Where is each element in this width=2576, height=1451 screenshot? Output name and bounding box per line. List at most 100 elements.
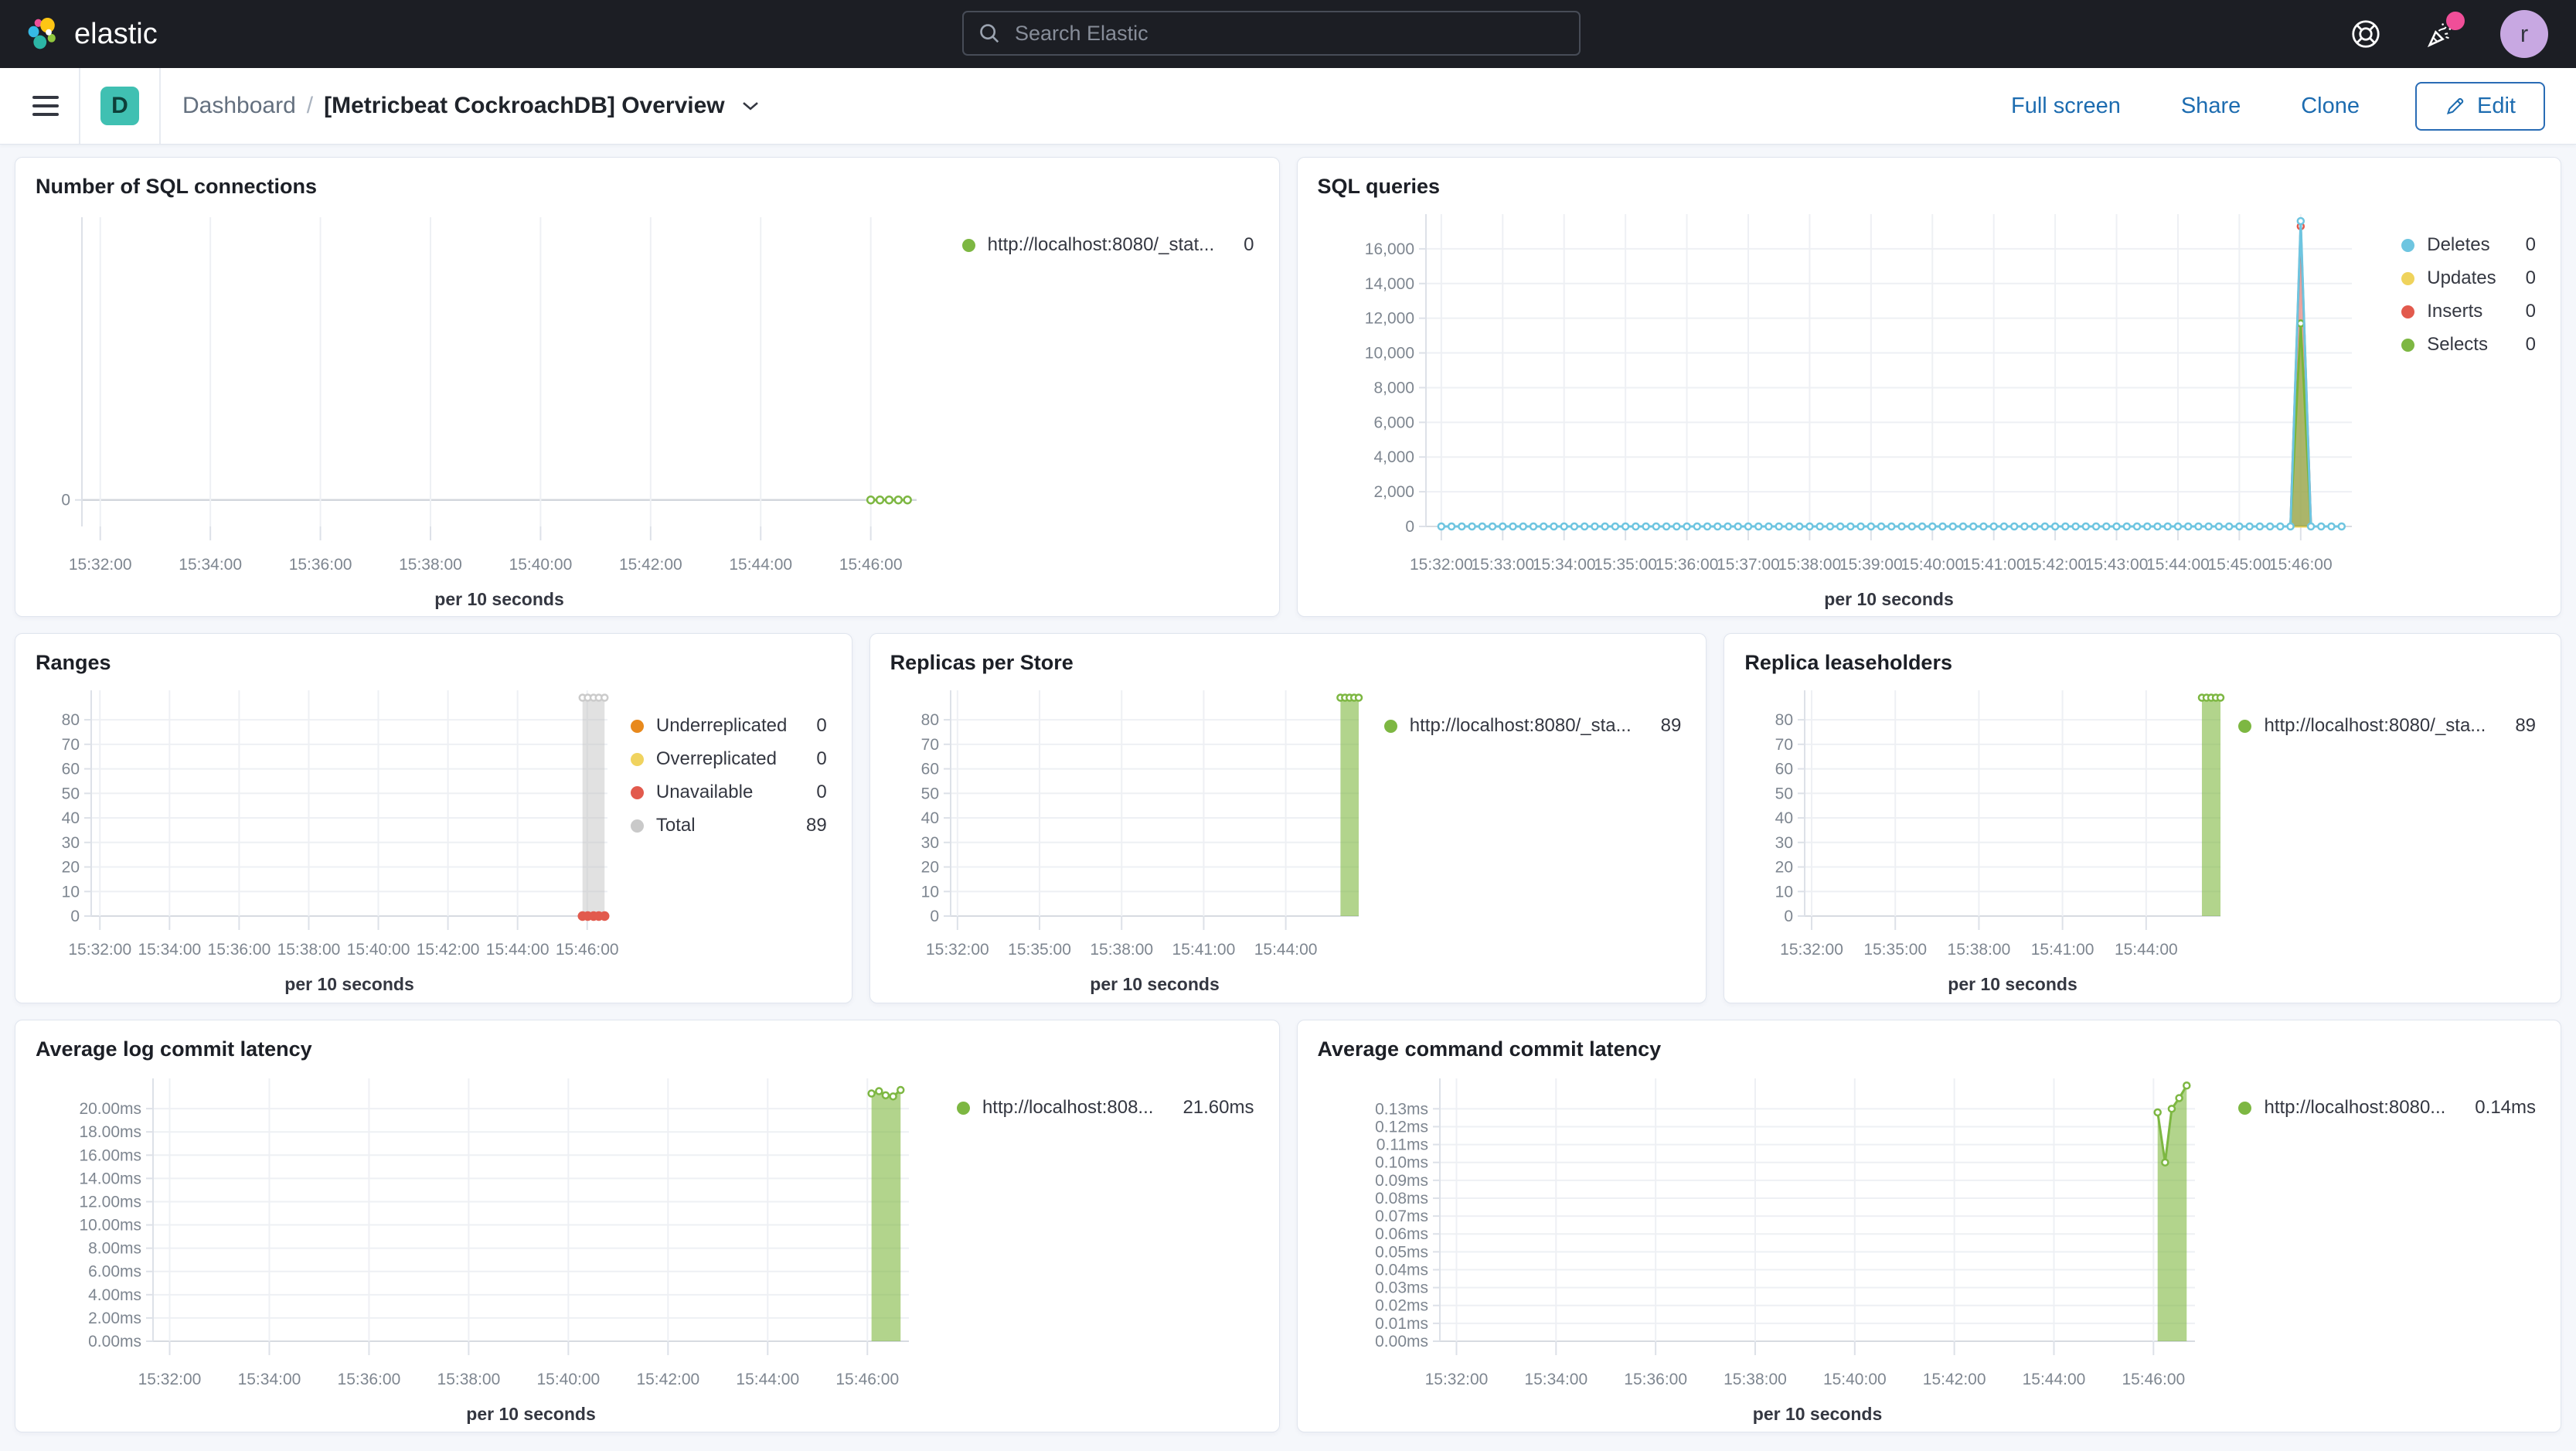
replica-leaseholders-chart[interactable]: 0 10 20 30 40 50 60 70 80 15:32:00 15:35:00 15:38:0…: [1737, 680, 2231, 998]
svg-text:15:35:00: 15:35:00: [1008, 941, 1071, 959]
legend-item[interactable]: http://localhost:8080... 0.14ms: [2238, 1097, 2536, 1119]
legend-swatch-icon: [2238, 1101, 2252, 1115]
svg-text:10,000: 10,000: [1364, 345, 1414, 363]
legend-value: 89: [2515, 715, 2537, 736]
svg-text:0.10ms: 0.10ms: [1375, 1154, 1428, 1172]
svg-text:15:44:00: 15:44:00: [1254, 941, 1317, 959]
party-popper-icon: [2425, 23, 2457, 53]
command-commit-latency-chart[interactable]: 0.00ms0.01ms0.02ms0.03ms0.04ms0.05ms0.06…: [1310, 1066, 2218, 1428]
legend-item[interactable]: Inserts 0: [2401, 301, 2536, 322]
legend-item[interactable]: http://localhost:808... 21.60ms: [956, 1097, 1254, 1119]
replicas-per-store-chart[interactable]: 0 10 20 30 40 50 60 70 80 15:32:00 15:35:00 15:38:0…: [883, 680, 1370, 998]
elastic-brand[interactable]: elastic: [23, 15, 158, 53]
svg-text:20.00ms: 20.00ms: [79, 1100, 141, 1118]
svg-text:14,000: 14,000: [1364, 275, 1414, 293]
log-commit-latency-chart[interactable]: 0.00ms 2.00ms 4.00ms 6.00ms 8.00ms 10.00ms 12.…: [28, 1066, 932, 1428]
svg-text:6.00ms: 6.00ms: [88, 1263, 141, 1281]
page-title[interactable]: [Metricbeat CockroachDB] Overview: [324, 93, 725, 119]
search-input[interactable]: [1013, 20, 1565, 46]
svg-text:15:40:00: 15:40:00: [509, 556, 573, 574]
legend-item[interactable]: http://localhost:8080/_sta... 89: [1383, 715, 1682, 737]
legend-item[interactable]: Underreplicated 0: [630, 715, 827, 737]
panel-title[interactable]: Replicas per Store: [870, 634, 1094, 680]
breadcrumb-dashboard-link[interactable]: Dashboard: [182, 93, 296, 119]
svg-text:0.05ms: 0.05ms: [1375, 1243, 1428, 1261]
svg-text:0.03ms: 0.03ms: [1375, 1279, 1428, 1297]
legend-value: 0: [816, 782, 827, 802]
global-search[interactable]: [962, 11, 1581, 56]
svg-text:0.02ms: 0.02ms: [1375, 1297, 1428, 1315]
divider: [79, 68, 80, 144]
legend-label: http://localhost:8080/_sta...: [1409, 715, 1632, 736]
svg-text:6,000: 6,000: [1373, 414, 1414, 431]
svg-text:0.08ms: 0.08ms: [1375, 1190, 1428, 1207]
full-screen-button[interactable]: Full screen: [2006, 93, 2125, 120]
svg-text:15:41:00: 15:41:00: [2031, 941, 2094, 959]
svg-text:per 10 seconds: per 10 seconds: [1824, 589, 1953, 609]
svg-text:15:46:00: 15:46:00: [2268, 556, 2332, 574]
dashboard-badge[interactable]: D: [100, 87, 139, 125]
chart-legend: Underreplicated 0 Overreplicated 0 Unavailab…: [630, 680, 836, 848]
hamburger-icon: [32, 96, 59, 116]
legend-item[interactable]: Unavailable 0: [630, 782, 827, 803]
legend-item[interactable]: http://localhost:8080/_sta... 89: [2238, 715, 2536, 737]
sql-connections-chart[interactable]: 0 15:32:00 15:34:00 15:36:00 15:38:00 15:40:0…: [28, 203, 940, 613]
breadcrumb-separator: /: [306, 93, 314, 118]
svg-text:15:38:00: 15:38:00: [277, 941, 341, 959]
edit-button[interactable]: Edit: [2415, 81, 2545, 131]
sql-queries-chart[interactable]: 0 2,000 4,000 6,000 8,000 10,000 12,000 14,000 1…: [1310, 203, 2377, 613]
legend-label: Deletes: [2427, 234, 2490, 255]
legend-item[interactable]: Updates 0: [2401, 267, 2536, 289]
menu-button[interactable]: [26, 90, 79, 121]
panel-ranges: Ranges 0 10 20 30 40 50 60 70 80 15:32:00 15:34:00…: [15, 633, 852, 1003]
svg-text:15:46:00: 15:46:00: [2122, 1371, 2185, 1388]
panel-title[interactable]: SQL queries: [1298, 158, 1461, 203]
svg-text:15:32:00: 15:32:00: [1780, 941, 1843, 959]
legend-label: Overreplicated: [655, 748, 777, 769]
legend-item[interactable]: Total 89: [630, 815, 827, 836]
legend-item[interactable]: http://localhost:8080/_stat... 0: [961, 234, 1254, 256]
svg-text:80: 80: [62, 711, 80, 729]
legend-item[interactable]: Selects 0: [2401, 334, 2536, 356]
legend-label: http://localhost:8080/_stat...: [987, 234, 1215, 255]
svg-text:50: 50: [920, 785, 938, 802]
svg-text:10.00ms: 10.00ms: [79, 1217, 141, 1235]
panel-title[interactable]: Average log commit latency: [15, 1020, 332, 1066]
chart-legend: http://localhost:8080/_sta... 89: [2238, 680, 2545, 748]
ranges-chart[interactable]: 0 10 20 30 40 50 60 70 80 15:32:00 15:34:00 15:36:0…: [28, 680, 623, 998]
svg-text:10: 10: [62, 883, 80, 901]
svg-text:12,000: 12,000: [1364, 310, 1414, 328]
user-avatar[interactable]: r: [2500, 10, 2548, 58]
svg-text:0: 0: [1785, 908, 1794, 925]
help-button[interactable]: [2350, 19, 2381, 49]
svg-text:0: 0: [930, 908, 939, 925]
chart-legend: http://localhost:8080/_sta... 89: [1383, 680, 1691, 748]
legend-label: Inserts: [2427, 301, 2483, 322]
svg-text:15:34:00: 15:34:00: [179, 556, 242, 574]
chevron-down-icon: [740, 102, 761, 115]
svg-text:15:44:00: 15:44:00: [2115, 941, 2178, 959]
panel-title[interactable]: Average command commit latency: [1298, 1020, 1682, 1066]
svg-text:2.00ms: 2.00ms: [88, 1310, 141, 1327]
svg-text:15:32:00: 15:32:00: [926, 941, 989, 959]
panel-title[interactable]: Number of SQL connections: [15, 158, 337, 203]
panel-title[interactable]: Replica leaseholders: [1724, 634, 1972, 680]
legend-item[interactable]: Deletes 0: [2401, 234, 2536, 256]
svg-text:50: 50: [62, 785, 80, 802]
title-menu-button[interactable]: [740, 99, 761, 113]
svg-text:0.09ms: 0.09ms: [1375, 1172, 1428, 1190]
clone-button[interactable]: Clone: [2296, 93, 2364, 120]
svg-text:0.07ms: 0.07ms: [1375, 1207, 1428, 1225]
svg-text:15:36:00: 15:36:00: [1655, 556, 1718, 574]
news-feed-button[interactable]: [2425, 12, 2465, 53]
svg-text:10: 10: [1775, 883, 1793, 901]
svg-text:20: 20: [1775, 859, 1793, 877]
legend-value: 89: [1660, 715, 1682, 736]
legend-item[interactable]: Overreplicated 0: [630, 748, 827, 770]
svg-text:16,000: 16,000: [1364, 240, 1414, 258]
svg-text:30: 30: [62, 834, 80, 852]
legend-swatch-icon: [630, 785, 644, 799]
share-button[interactable]: Share: [2176, 93, 2245, 120]
panel-title[interactable]: Ranges: [15, 634, 131, 680]
svg-text:70: 70: [1775, 736, 1793, 754]
